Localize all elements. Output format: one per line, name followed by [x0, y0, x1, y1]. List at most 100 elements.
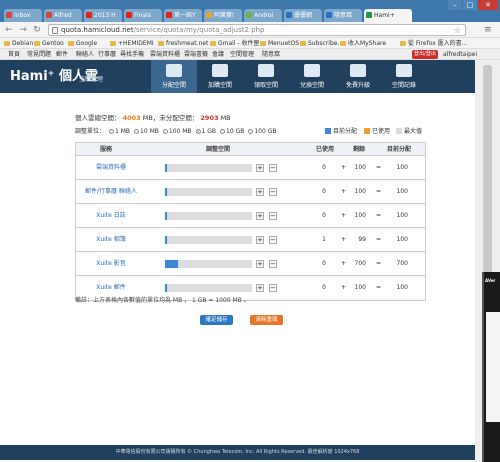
allocated-value: 100: [396, 164, 408, 171]
allocation-bar[interactable]: [165, 236, 252, 244]
browser-tab[interactable]: 隨意窩: [324, 9, 362, 22]
unit-option-label[interactable]: 1 GB: [202, 128, 217, 135]
browser-tab[interactable]: 阿樂實(: [204, 9, 242, 22]
decrease-button[interactable]: −: [269, 260, 277, 268]
plus-sign: +: [340, 212, 346, 219]
decrease-button[interactable]: −: [269, 188, 277, 196]
menu-item-2[interactable]: 加購空間: [197, 60, 243, 93]
bookmark-item[interactable]: +HEMIDEMI: [110, 38, 154, 48]
scrollbar-thumb[interactable]: [483, 65, 492, 285]
menu-item-3[interactable]: 領取空間: [243, 60, 289, 93]
browser-tab[interactable]: Inbox: [4, 9, 42, 22]
decrease-button[interactable]: −: [269, 164, 277, 172]
site-nav-link[interactable]: 常見問題: [27, 49, 51, 60]
service-link[interactable]: Xuite 相簿: [76, 228, 146, 252]
site-nav-link[interactable]: 郵件: [56, 49, 68, 60]
remaining-value: 700: [354, 260, 366, 267]
browser-tab[interactable]: Alfred: [44, 9, 82, 22]
browser-tab[interactable]: Finals: [124, 9, 162, 22]
menu-icon: [304, 64, 320, 77]
allocation-bar[interactable]: [165, 164, 252, 172]
close-window-button[interactable]: ✕: [478, 0, 498, 10]
site-nav-link[interactable]: 雲端書籤: [184, 49, 208, 60]
unit-option-label[interactable]: 1 MB: [115, 128, 130, 135]
browser-tab[interactable]: Hami+: [364, 9, 412, 22]
service-link[interactable]: 郵件/行事曆 聯絡人: [76, 180, 146, 204]
unit-radio[interactable]: [248, 129, 254, 134]
bookmark-item[interactable]: 從 Firefox 匯入的書...: [400, 38, 467, 48]
logout-button[interactable]: 登出/登出: [412, 50, 438, 59]
unit-radio[interactable]: [162, 129, 168, 134]
forward-arrow-icon[interactable]: →: [18, 25, 28, 35]
site-nav-link[interactable]: 首頁: [8, 49, 20, 60]
unit-radio[interactable]: [134, 129, 140, 134]
service-link[interactable]: Xuite 影音: [76, 252, 146, 276]
username[interactable]: alfredtaipei: [443, 49, 477, 60]
reset-button[interactable]: 清除重填: [250, 315, 283, 325]
site-nav-link[interactable]: 行事曆: [98, 49, 116, 60]
increase-button[interactable]: +: [256, 236, 264, 244]
equals-sign: =: [375, 212, 381, 219]
site-nav-link[interactable]: 雲端資料櫃: [150, 49, 180, 60]
unit-option-label[interactable]: 10 MB: [140, 128, 159, 135]
service-link[interactable]: Xuite 日誌: [76, 204, 146, 228]
tab-favicon-icon: [6, 12, 12, 18]
legend-item: 目前分配: [325, 126, 357, 135]
browser-tab[interactable]: 2013 H: [84, 9, 122, 22]
increase-button[interactable]: +: [256, 284, 264, 292]
minimize-button[interactable]: –: [448, 0, 462, 10]
allocation-bar[interactable]: [165, 284, 252, 292]
browser-tab[interactable]: Androi: [244, 9, 282, 22]
site-nav-link[interactable]: 會議: [212, 49, 224, 60]
bookmark-star-icon[interactable]: ☆: [454, 25, 461, 36]
back-arrow-icon[interactable]: ←: [4, 25, 14, 35]
decrease-button[interactable]: −: [269, 284, 277, 292]
menu-label: 空間記錄: [391, 82, 416, 89]
allocated-value: 100: [396, 284, 408, 291]
site-nav-link[interactable]: 聯絡人: [76, 49, 94, 60]
bookmark-item[interactable]: Gmail - 收件匣: [210, 38, 260, 48]
maximize-button[interactable]: □: [463, 0, 477, 10]
unit-radio[interactable]: [220, 129, 226, 134]
site-nav-link[interactable]: 空間管理: [230, 49, 254, 60]
bookmark-item[interactable]: freshmeat.net: [158, 38, 208, 48]
increase-button[interactable]: +: [256, 188, 264, 196]
browser-tab[interactable]: 第一屆Y: [164, 9, 202, 22]
allocation-bar[interactable]: [165, 212, 252, 220]
decrease-button[interactable]: −: [269, 236, 277, 244]
bookmark-item[interactable]: Subscribe...: [300, 38, 343, 48]
menu-item-5[interactable]: 免費升級: [335, 60, 381, 93]
bookmark-item[interactable]: Debian: [4, 38, 33, 48]
unit-option-label[interactable]: 10 GB: [226, 128, 244, 135]
reload-icon[interactable]: ↻: [32, 25, 42, 35]
bookmark-item[interactable]: Google: [68, 38, 97, 48]
legend-item: 最大值: [396, 126, 422, 135]
bookmark-item[interactable]: Gentoo: [34, 38, 64, 48]
site-nav-link[interactable]: 隨意窩: [262, 49, 280, 60]
menu-icon: [258, 64, 274, 77]
browser-menu-icon[interactable]: ≡: [484, 25, 494, 35]
tab-favicon-icon: [86, 12, 92, 18]
address-bar[interactable]: quota.hamicloud.net/service/quota/my/quo…: [48, 24, 466, 36]
browser-tab[interactable]: 優優網: [284, 9, 322, 22]
url-host: quota.hamicloud.net: [61, 26, 134, 34]
unit-radio[interactable]: [195, 129, 201, 134]
decrease-button[interactable]: −: [269, 212, 277, 220]
menu-item-4[interactable]: 兌換空間: [289, 60, 335, 93]
unit-option-label[interactable]: 100 GB: [254, 128, 276, 135]
allocation-bar[interactable]: [165, 188, 252, 196]
bookmark-item[interactable]: 收入MyShare: [340, 38, 386, 48]
unit-radio[interactable]: [109, 129, 115, 134]
menu-item-1[interactable]: 分配空間: [151, 60, 197, 93]
increase-button[interactable]: +: [256, 260, 264, 268]
service-link[interactable]: 雲端資料櫃: [76, 156, 146, 180]
save-button[interactable]: 確定儲存: [200, 315, 233, 325]
increase-button[interactable]: +: [256, 212, 264, 220]
bookmark-item[interactable]: MenuetOS: [260, 38, 299, 48]
unit-option-label[interactable]: 100 MB: [169, 128, 192, 135]
site-nav-link[interactable]: 尋找手機: [120, 49, 144, 60]
menu-item-6[interactable]: 空間記錄: [381, 60, 427, 93]
allocation-bar[interactable]: [165, 260, 252, 268]
increase-button[interactable]: +: [256, 164, 264, 172]
allocation-fill: [165, 236, 167, 244]
